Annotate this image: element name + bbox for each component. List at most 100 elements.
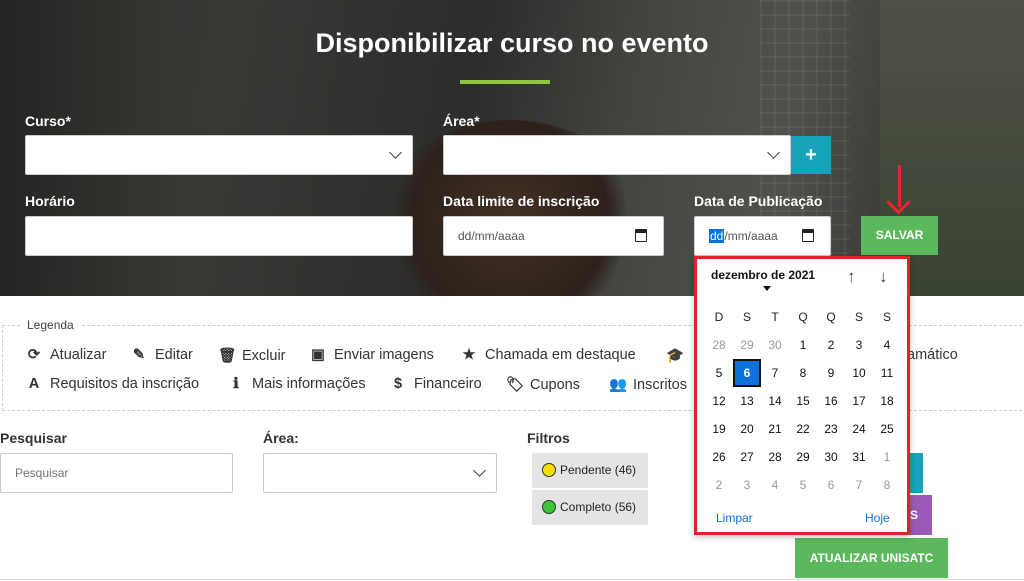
- calendar-day[interactable]: 3: [733, 471, 761, 499]
- calendar-day[interactable]: 16: [817, 387, 845, 415]
- chevron-down-icon: [473, 464, 486, 477]
- calendar-day[interactable]: 3: [845, 331, 873, 359]
- legend-label: Chamada em destaque: [485, 347, 636, 363]
- calendar-day[interactable]: 28: [761, 443, 789, 471]
- legend-label: Requisitos da inscrição: [50, 376, 200, 392]
- calendar-day[interactable]: 5: [789, 471, 817, 499]
- refresh-icon: ⟳: [27, 347, 41, 363]
- calendar-day[interactable]: 30: [817, 443, 845, 471]
- calendar-week-row: 26 27 28 29 30 31 1: [705, 443, 901, 471]
- image-icon: ▣: [311, 347, 325, 363]
- calendar-month-label[interactable]: dezembro de 2021: [711, 268, 815, 282]
- legend-label: Cupons: [530, 377, 580, 393]
- date-day-segment: dd: [709, 229, 725, 243]
- date-value: dd/mm/aaaa: [709, 229, 778, 243]
- calendar-day[interactable]: 1: [789, 331, 817, 359]
- calendar-day[interactable]: 12: [705, 387, 733, 415]
- calendar-icon[interactable]: [802, 229, 814, 242]
- calendar-day[interactable]: 7: [845, 471, 873, 499]
- calendar-day[interactable]: 20: [733, 415, 761, 443]
- calendar-icon[interactable]: [635, 229, 647, 242]
- divider: [0, 579, 1024, 580]
- calendar-day[interactable]: 21: [761, 415, 789, 443]
- calendar-day[interactable]: 25: [873, 415, 901, 443]
- calendar-clear-button[interactable]: Limpar: [716, 511, 753, 525]
- pesquisar-label: Pesquisar: [0, 430, 67, 446]
- area-label: Área*: [443, 113, 480, 129]
- calendar-day[interactable]: 2: [817, 331, 845, 359]
- calendar-weekday: S: [742, 310, 751, 324]
- legend-label: Inscritos: [633, 377, 687, 393]
- atualizar-unisatc-button[interactable]: ATUALIZAR UNISATC: [795, 538, 948, 578]
- calendar-day[interactable]: 17: [845, 387, 873, 415]
- curso-label: Curso*: [25, 113, 71, 129]
- legend-item-graduation: 🎓: [666, 347, 690, 364]
- calendar-week-row: 28 29 30 1 2 3 4: [705, 331, 901, 359]
- calendar-today-button[interactable]: Hoje: [865, 511, 890, 525]
- arrow-up-icon[interactable]: ↑: [847, 267, 856, 287]
- calendar-day[interactable]: 29: [789, 443, 817, 471]
- calendar-day[interactable]: 28: [705, 331, 733, 359]
- caret-down-icon[interactable]: [763, 286, 771, 291]
- legend-label: Atualizar: [50, 347, 107, 363]
- date-picker-popup: dezembro de 2021 ↑ ↓ D S T Q Q S S 28 29 30 1 2 3 4 5 6…: [694, 256, 910, 535]
- calendar-day[interactable]: 15: [789, 387, 817, 415]
- annotation-arrow: [898, 165, 901, 207]
- calendar-day[interactable]: 13: [733, 387, 761, 415]
- legend-item-enviar-imagens: ▣ Enviar imagens: [310, 347, 434, 363]
- trash-icon: 🗑: [218, 348, 237, 364]
- calendar-day[interactable]: 22: [789, 415, 817, 443]
- legend-title: Legenda: [21, 318, 80, 332]
- filter-pendente[interactable]: Pendente (46): [532, 453, 648, 488]
- calendar-weekday: S: [854, 310, 863, 324]
- calendar-day[interactable]: 8: [873, 471, 901, 499]
- data-limite-input[interactable]: dd/mm/aaaa: [443, 216, 664, 256]
- calendar-day[interactable]: 9: [817, 359, 845, 387]
- calendar-weekday: Q: [826, 310, 836, 324]
- page-title: Disponibilizar curso no evento: [315, 28, 709, 58]
- calendar-day[interactable]: 8: [789, 359, 817, 387]
- edit-icon: ✎: [132, 347, 146, 363]
- area-select[interactable]: [443, 135, 791, 175]
- horario-input[interactable]: [25, 216, 413, 256]
- calendar-day[interactable]: 1: [873, 443, 901, 471]
- calendar-day[interactable]: 30: [761, 331, 789, 359]
- legend-item-editar: ✎ Editar: [131, 347, 193, 363]
- filtros-label: Filtros: [527, 430, 570, 446]
- curso-select[interactable]: [25, 135, 413, 175]
- area-filter-label: Área:: [263, 430, 299, 446]
- legend-item-inscritos: 👥 Inscritos: [609, 376, 687, 393]
- arrow-down-icon[interactable]: ↓: [879, 267, 888, 287]
- calendar-day[interactable]: 7: [761, 359, 789, 387]
- calendar-day[interactable]: 24: [845, 415, 873, 443]
- calendar-day[interactable]: 23: [817, 415, 845, 443]
- calendar-week-row: 2345678: [705, 471, 901, 499]
- calendar-day[interactable]: 10: [845, 359, 873, 387]
- calendar-week-row: 19 20 21 22 23 24 25: [705, 415, 901, 443]
- area-filter-select[interactable]: [263, 453, 497, 493]
- calendar-day[interactable]: 4: [761, 471, 789, 499]
- search-input[interactable]: [0, 453, 233, 493]
- dollar-icon: $: [393, 376, 403, 392]
- add-area-button[interactable]: +: [791, 136, 831, 174]
- calendar-day[interactable]: 2: [705, 471, 733, 499]
- legend-label: Editar: [155, 347, 193, 363]
- calendar-day[interactable]: 4: [873, 331, 901, 359]
- calendar-day[interactable]: 5: [705, 359, 733, 387]
- calendar-weekday-row: DSTQQSS: [705, 303, 901, 331]
- data-publicacao-input[interactable]: dd/mm/aaaa: [694, 216, 831, 256]
- chevron-down-icon: [767, 146, 780, 159]
- calendar-day[interactable]: 27: [733, 443, 761, 471]
- calendar-day[interactable]: 11: [873, 359, 901, 387]
- calendar-day[interactable]: 6: [817, 471, 845, 499]
- calendar-day[interactable]: 26: [705, 443, 733, 471]
- calendar-day-selected[interactable]: 6: [733, 359, 761, 387]
- calendar-day[interactable]: 18: [873, 387, 901, 415]
- calendar-day[interactable]: 31: [845, 443, 873, 471]
- calendar-day[interactable]: 14: [761, 387, 789, 415]
- save-button[interactable]: SALVAR: [861, 216, 938, 255]
- calendar-day[interactable]: 29: [733, 331, 761, 359]
- filter-completo[interactable]: Completo (56): [532, 490, 648, 525]
- legend-item-partial: amático: [907, 347, 958, 363]
- calendar-day[interactable]: 19: [705, 415, 733, 443]
